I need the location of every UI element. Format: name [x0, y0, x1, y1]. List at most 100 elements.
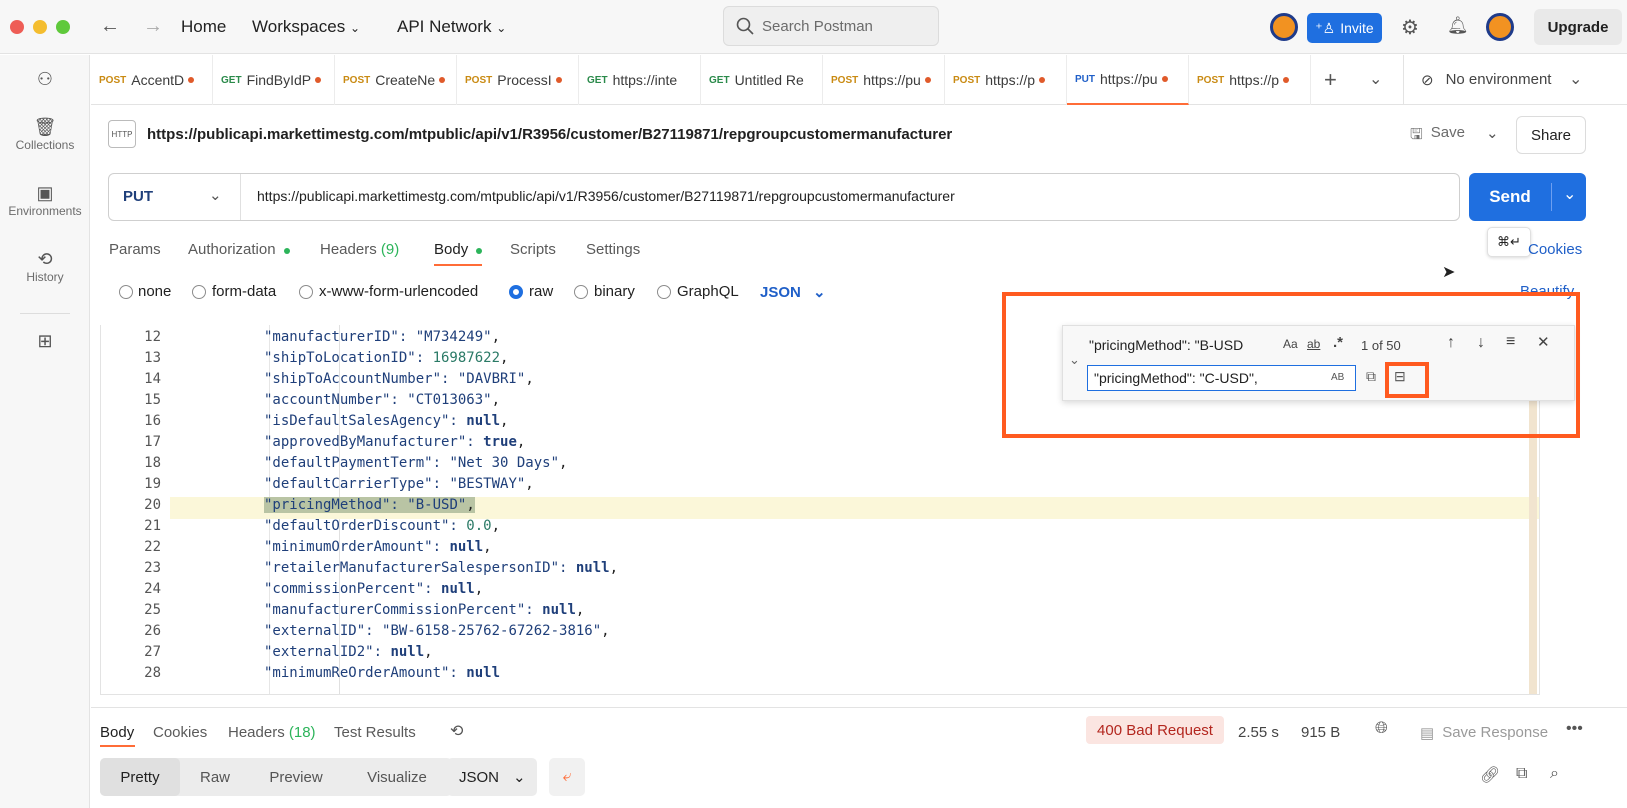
close-window-icon[interactable] — [10, 20, 24, 34]
request-tab[interactable]: POST https://p — [945, 55, 1067, 105]
request-tab[interactable]: GET FindByIdP — [213, 55, 335, 105]
response-history-icon[interactable]: ⟲ — [450, 721, 463, 741]
radio-raw[interactable] — [509, 285, 523, 299]
tab-response-body[interactable]: Body — [100, 724, 134, 741]
code-line[interactable]: "isDefaultSalesAgency": null, — [264, 413, 508, 429]
chevron-down-icon[interactable]: ⌄ — [1569, 69, 1582, 89]
radio-graphql[interactable] — [657, 285, 671, 299]
code-line[interactable]: "shipToAccountNumber": "DAVBRI", — [264, 371, 534, 387]
tab-response-cookies[interactable]: Cookies — [153, 724, 207, 741]
code-line[interactable]: "minimumOrderAmount": null, — [264, 539, 492, 555]
save-button[interactable]: 🖫︎ Save — [1410, 124, 1465, 149]
body-format-select[interactable]: JSON ⌄ — [760, 283, 826, 301]
tab-test-results[interactable]: Test Results — [334, 724, 416, 741]
request-tab[interactable]: PUT https://pu — [1067, 55, 1189, 105]
sidebar-item-collections[interactable]: 🗑︎ Collections — [0, 117, 90, 152]
user-avatar[interactable] — [1486, 13, 1514, 41]
code-line[interactable]: "defaultPaymentTerm": "Net 30 Days", — [264, 455, 567, 471]
url-input[interactable]: https://publicapi.markettimestg.com/mtpu… — [257, 188, 955, 204]
code-line[interactable]: "pricingMethod": "B-USD", — [264, 497, 475, 513]
new-tab-plus-icon[interactable]: + — [1324, 67, 1337, 93]
code-line[interactable]: "externalID": "BW-6158-25762-67262-3816"… — [264, 623, 610, 639]
view-raw[interactable]: Raw — [180, 758, 250, 796]
cookies-link[interactable]: Cookies — [1528, 241, 1582, 258]
request-tab[interactable]: GET Untitled Re — [701, 55, 823, 105]
request-tab[interactable]: POST ProcessI — [457, 55, 579, 105]
code-line[interactable]: "retailerManufacturerSalespersonID": nul… — [264, 560, 618, 576]
search-response-icon[interactable]: ⌕ — [1550, 765, 1559, 783]
response-time[interactable]: 2.55 s — [1238, 724, 1279, 741]
share-button[interactable]: Share — [1516, 116, 1586, 154]
forward-arrow-icon[interactable]: → — [143, 15, 163, 38]
copy-link-icon[interactable]: 🔗︎ — [1480, 765, 1500, 785]
minimize-window-icon[interactable] — [33, 20, 47, 34]
tab-params[interactable]: Params — [109, 241, 161, 258]
json-comma: , — [491, 392, 501, 408]
json-key: "externalID": — [264, 623, 383, 639]
settings-gear-icon[interactable]: ⚙ — [1401, 15, 1419, 40]
view-preview[interactable]: Preview — [250, 758, 342, 796]
tab-authorization[interactable]: Authorization — [188, 241, 290, 258]
tab-scripts[interactable]: Scripts — [510, 241, 556, 258]
sidebar-item-history[interactable]: ⟲ History — [0, 249, 90, 284]
json-comma: , — [491, 329, 501, 345]
view-visualize[interactable]: Visualize — [342, 758, 452, 796]
save-options-chevron-icon[interactable]: ⌄ — [1486, 124, 1499, 142]
maximize-window-icon[interactable] — [56, 20, 70, 34]
configure-sidebar-icon[interactable]: ⊞ — [0, 331, 90, 352]
method-select[interactable]: PUT — [123, 188, 153, 205]
send-options-chevron-icon[interactable]: ⌄ — [1563, 184, 1576, 204]
view-pretty[interactable]: Pretty — [100, 758, 180, 796]
request-tab[interactable]: POST AccentD — [91, 55, 213, 105]
json-key: "defaultOrderDiscount": — [264, 518, 467, 534]
status-badge[interactable]: 400 Bad Request — [1086, 716, 1224, 744]
code-line[interactable]: "defaultOrderDiscount": 0.0, — [264, 518, 500, 534]
json-key: "retailerManufacturerSalespersonID": — [264, 560, 576, 576]
tab-headers[interactable]: Headers (9) — [320, 241, 399, 258]
copy-icon[interactable]: ⧉ — [1516, 765, 1527, 783]
environment-selector[interactable]: ⊘ No environment — [1421, 71, 1551, 89]
invite-button[interactable]: ⁺♙ Invite — [1307, 13, 1382, 43]
home-link[interactable]: Home — [181, 17, 226, 37]
more-options-icon[interactable]: ••• — [1566, 720, 1583, 738]
wrap-lines-icon[interactable]: ⤶ — [549, 758, 585, 796]
team-icon[interactable]: ⚇ — [0, 69, 90, 90]
code-line[interactable]: "defaultCarrierType": "BESTWAY", — [264, 476, 534, 492]
tab-response-headers[interactable]: Headers (18) — [228, 724, 316, 741]
method-chevron-icon[interactable]: ⌄ — [209, 186, 222, 204]
sidebar-item-environments[interactable]: ▣ Environments — [0, 183, 90, 218]
code-line[interactable]: "externalID2": null, — [264, 644, 433, 660]
request-tab[interactable]: POST https://p — [1189, 55, 1311, 105]
send-button[interactable]: Send — [1469, 173, 1551, 221]
code-line[interactable]: "manufacturerCommissionPercent": null, — [264, 602, 584, 618]
tabs-overflow-chevron-icon[interactable]: ⌄ — [1369, 69, 1382, 89]
response-size[interactable]: 915 B — [1301, 724, 1340, 741]
radio-urlencoded[interactable] — [299, 285, 313, 299]
code-line[interactable]: "shipToLocationID": 16987622, — [264, 350, 508, 366]
request-tab[interactable]: GET https://inte — [579, 55, 701, 105]
radio-none[interactable] — [119, 285, 133, 299]
tab-settings[interactable]: Settings — [586, 241, 640, 258]
team-avatar[interactable] — [1270, 13, 1298, 41]
code-line[interactable]: "manufacturerID": "M734249", — [264, 329, 500, 345]
back-arrow-icon[interactable]: ← — [100, 15, 120, 38]
code-line[interactable]: "commissionPercent": null, — [264, 581, 483, 597]
radio-binary[interactable] — [574, 285, 588, 299]
radio-form-data[interactable] — [192, 285, 206, 299]
upgrade-button[interactable]: Upgrade — [1534, 9, 1622, 45]
code-line[interactable]: "minimumReOrderAmount": null — [264, 665, 500, 681]
search-input[interactable]: Search Postman — [723, 6, 939, 46]
tab-body[interactable]: Body — [434, 241, 483, 258]
line-number: 19 — [144, 476, 161, 492]
code-line[interactable]: "approvedByManufacturer": true, — [264, 434, 525, 450]
workspaces-menu[interactable]: Workspaces ⌄ — [252, 17, 360, 37]
code-line[interactable]: "accountNumber": "CT013063", — [264, 392, 500, 408]
api-network-menu[interactable]: API Network ⌄ — [397, 17, 506, 37]
save-response-button[interactable]: ▤ Save Response — [1420, 724, 1548, 742]
request-title[interactable]: https://publicapi.markettimestg.com/mtpu… — [147, 126, 952, 143]
network-globe-icon[interactable]: 🌐︎ — [1375, 720, 1388, 738]
response-format-select[interactable]: JSON ⌄ — [447, 758, 537, 796]
request-tab[interactable]: POST https://pu — [823, 55, 945, 105]
request-tab[interactable]: POST CreateNe — [335, 55, 457, 105]
notifications-bell-icon[interactable]: 🔔︎ — [1447, 16, 1469, 36]
